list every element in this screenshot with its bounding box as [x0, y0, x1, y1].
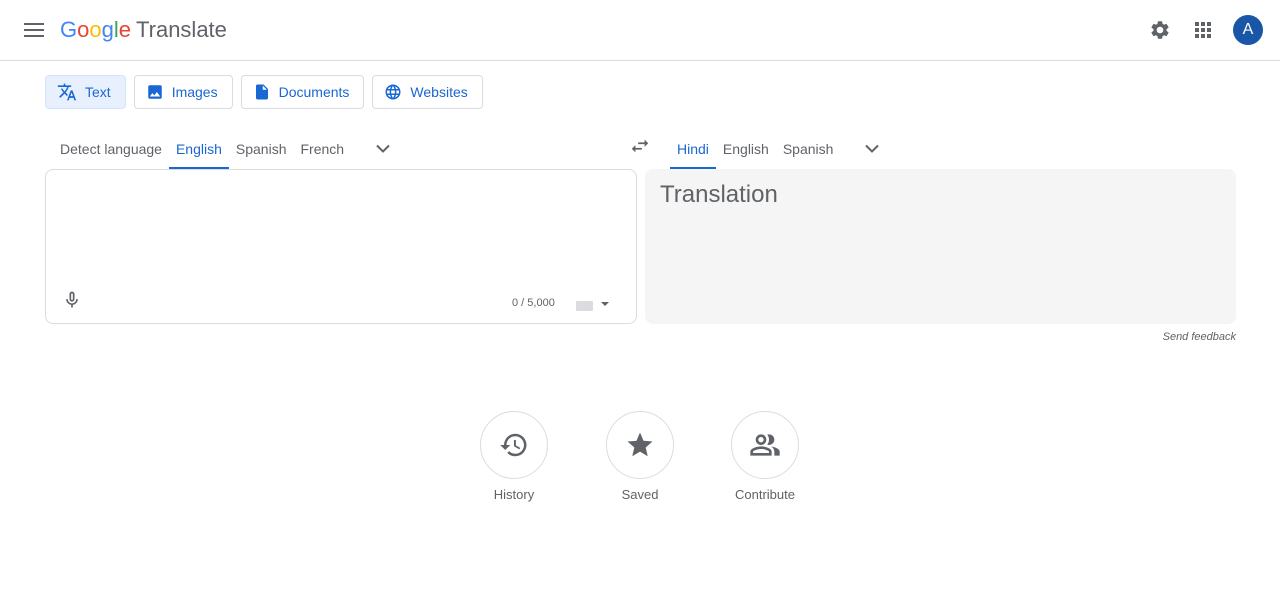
- swap-arrows-icon: [631, 139, 649, 153]
- gear-icon: [1151, 21, 1169, 39]
- history-button[interactable]: History: [469, 411, 559, 502]
- contribute-label: Contribute: [735, 487, 795, 502]
- target-lang-english[interactable]: English: [716, 128, 776, 169]
- saved-button[interactable]: Saved: [595, 411, 685, 502]
- saved-label: Saved: [621, 487, 659, 502]
- history-icon: [500, 433, 527, 457]
- mode-tabs: Text Images Documents Websites: [45, 75, 483, 109]
- target-lang-hindi[interactable]: Hindi: [670, 128, 716, 169]
- contribute-circle: [731, 411, 799, 479]
- people-icon: [750, 434, 780, 456]
- send-feedback-link[interactable]: Send feedback: [1163, 331, 1236, 343]
- history-circle: [480, 411, 548, 479]
- source-text-input[interactable]: [60, 182, 620, 282]
- keyboard-icon: [576, 301, 593, 311]
- tab-images[interactable]: Images: [133, 75, 233, 109]
- google-apps-button[interactable]: [1185, 12, 1221, 48]
- character-count: 0 / 5,000: [512, 297, 555, 309]
- contribute-button[interactable]: Contribute: [720, 411, 810, 502]
- tab-documents[interactable]: Documents: [240, 75, 365, 109]
- translation-placeholder: Translation: [660, 181, 778, 208]
- target-lang-spanish[interactable]: Spanish: [776, 128, 841, 169]
- source-lang-detect[interactable]: Detect language: [45, 128, 169, 169]
- target-language-bar: Hindi English Spanish: [670, 128, 890, 169]
- hamburger-menu-icon: [24, 23, 44, 37]
- logo-letter-g2: g: [101, 17, 114, 42]
- image-icon: [147, 85, 162, 99]
- more-target-languages-button[interactable]: [854, 131, 890, 167]
- main-menu-button[interactable]: [14, 10, 54, 50]
- star-icon: [627, 432, 653, 457]
- swap-languages-button[interactable]: [622, 128, 658, 164]
- app-header: Google Translate A: [0, 0, 1280, 61]
- logo-letter-e: e: [118, 17, 132, 42]
- source-lang-french[interactable]: French: [293, 128, 351, 169]
- tab-websites-label: Websites: [410, 84, 468, 100]
- translate-icon: [57, 83, 77, 101]
- tab-documents-label: Documents: [278, 84, 350, 100]
- source-lang-spanish[interactable]: Spanish: [229, 128, 294, 169]
- translation-output-panel: Translation: [645, 169, 1236, 324]
- tab-websites[interactable]: Websites: [372, 75, 483, 109]
- apps-grid-icon: [1195, 22, 1211, 38]
- account-avatar[interactable]: A: [1233, 15, 1263, 45]
- caret-down-icon: [601, 302, 609, 306]
- google-translate-logo[interactable]: Google Translate: [60, 16, 227, 44]
- input-tools-button[interactable]: [574, 293, 620, 315]
- logo-letter-o1: o: [77, 17, 90, 42]
- chevron-down-icon: [865, 144, 880, 153]
- logo-product-name: Translate: [136, 17, 227, 42]
- source-language-bar: Detect language English Spanish French: [45, 128, 401, 169]
- microphone-icon: [66, 291, 78, 308]
- history-label: History: [493, 487, 535, 502]
- chevron-down-icon: [376, 144, 390, 153]
- document-icon: [255, 84, 268, 100]
- tab-images-label: Images: [171, 84, 218, 100]
- saved-circle: [606, 411, 674, 479]
- source-lang-english[interactable]: English: [168, 128, 229, 169]
- logo-letter-g: G: [60, 17, 78, 42]
- tab-text[interactable]: Text: [45, 75, 126, 109]
- logo-letter-o2: o: [89, 17, 102, 42]
- globe-icon: [385, 84, 401, 100]
- voice-input-button[interactable]: [56, 282, 88, 318]
- source-text-panel: 0 / 5,000: [45, 169, 637, 324]
- tab-text-label: Text: [85, 84, 111, 100]
- settings-button[interactable]: [1142, 12, 1178, 48]
- more-source-languages-button[interactable]: [365, 131, 401, 167]
